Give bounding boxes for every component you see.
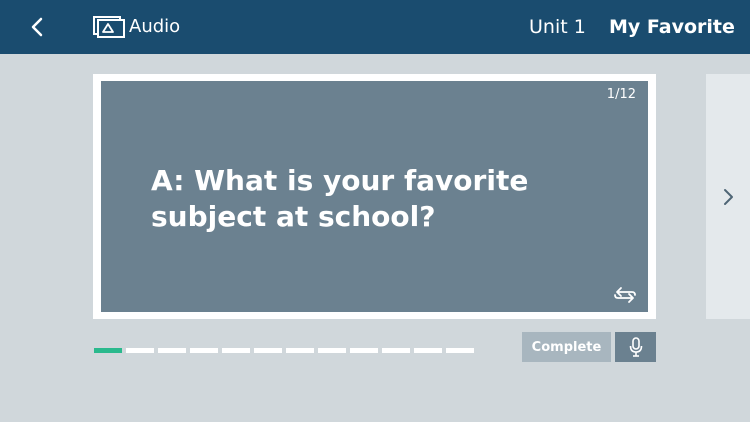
- progress-segment: [222, 348, 250, 353]
- progress-indicator: [94, 348, 474, 353]
- lesson-title: My Favorite: [609, 16, 735, 38]
- progress-segment: [382, 348, 410, 353]
- progress-segment: [126, 348, 154, 353]
- progress-segment: [254, 348, 282, 353]
- page-counter: 1/12: [606, 87, 636, 102]
- flashcard[interactable]: 1/12 A: What is your favorite subject at…: [101, 81, 648, 312]
- progress-segment: [350, 348, 378, 353]
- top-bar: Audio Unit 1 My Favorite: [0, 0, 750, 54]
- microphone-icon: [629, 337, 642, 357]
- flashcard-text: A: What is your favorite subject at scho…: [151, 164, 529, 233]
- chevron-right-icon: [724, 188, 733, 205]
- progress-segment: [94, 348, 122, 353]
- back-button[interactable]: [22, 12, 52, 42]
- complete-button[interactable]: Complete: [522, 332, 611, 362]
- flashcard-frame: 1/12 A: What is your favorite subject at…: [93, 74, 656, 319]
- progress-segment: [318, 348, 346, 353]
- progress-segment: [446, 348, 474, 353]
- mode-label: Audio: [129, 16, 181, 37]
- progress-segment: [414, 348, 442, 353]
- flip-arrows-icon[interactable]: [612, 284, 638, 304]
- chevron-left-icon: [31, 17, 43, 37]
- next-card-button[interactable]: [706, 74, 750, 319]
- progress-segment: [286, 348, 314, 353]
- progress-segment: [190, 348, 218, 353]
- progress-segment: [158, 348, 186, 353]
- record-button[interactable]: [615, 332, 656, 362]
- slideshow-icon: [93, 16, 125, 38]
- unit-label: Unit 1: [529, 16, 586, 38]
